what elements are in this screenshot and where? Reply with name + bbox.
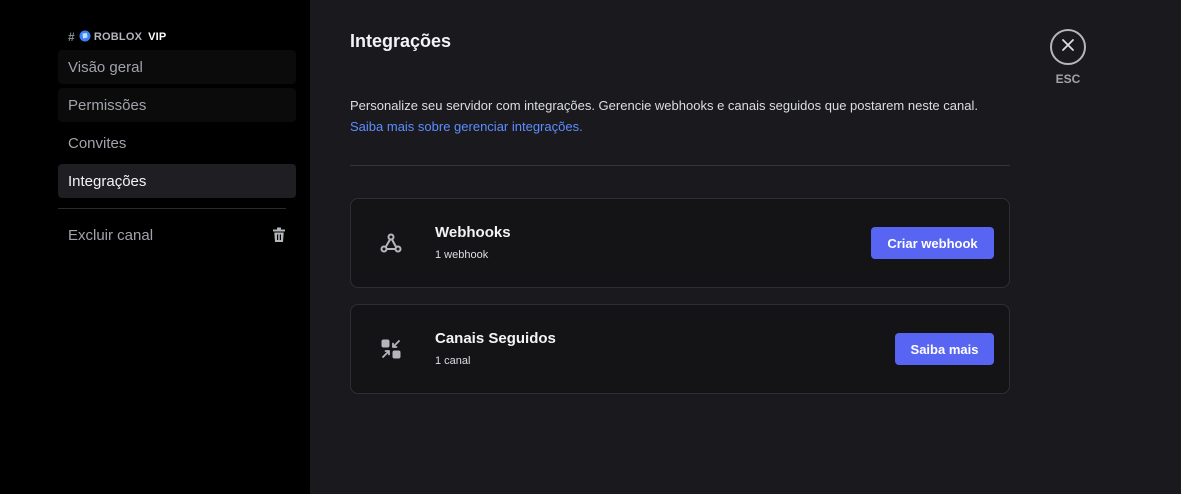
card-subtitle: 1 webhook (435, 249, 489, 261)
channel-tag: VIP (148, 31, 167, 43)
webhooks-card: Webhooks 1 webhook Criar webhook (350, 198, 1010, 288)
sidebar-item-label: Convites (68, 134, 127, 152)
webhook-icon (379, 231, 403, 255)
settings-sidebar: # ROBLOX VIP Visão geral Permissões Conv… (0, 0, 310, 494)
description-text: Personalize seu servidor com integrações… (350, 98, 978, 113)
close-settings: ESC (1050, 29, 1086, 86)
create-webhook-button[interactable]: Criar webhook (871, 227, 994, 259)
card-title: Canais Seguidos (435, 330, 556, 347)
followed-channels-card: Canais Seguidos 1 canal Saiba mais (350, 304, 1010, 394)
sidebar-nav: # ROBLOX VIP Visão geral Permissões Conv… (58, 28, 296, 253)
learn-more-button[interactable]: Saiba mais (895, 333, 994, 365)
page-description: Personalize seu servidor com integrações… (350, 95, 1000, 137)
close-icon (1061, 38, 1075, 57)
sidebar-item-permissions[interactable]: Permissões (58, 88, 296, 122)
close-button[interactable] (1050, 29, 1086, 65)
card-subtitle: 1 canal (435, 355, 471, 367)
sidebar-item-integrations[interactable]: Integrações (58, 164, 296, 198)
follow-channel-icon (379, 337, 403, 361)
channel-hash-icon: # (68, 30, 75, 44)
blue-crystal-icon (79, 30, 91, 45)
trash-icon (272, 227, 286, 243)
sidebar-item-overview[interactable]: Visão geral (58, 50, 296, 84)
card-title: Webhooks (435, 224, 511, 241)
esc-label: ESC (1055, 72, 1081, 86)
sidebar-item-label: Visão geral (68, 58, 143, 76)
sidebar-divider (58, 208, 286, 209)
delete-channel-label: Excluir canal (68, 226, 154, 244)
section-divider (350, 165, 1010, 166)
channel-name: ROBLOX (93, 31, 143, 43)
delete-channel-button[interactable]: Excluir canal (58, 217, 296, 253)
page-title: Integrações (350, 31, 452, 51)
sidebar-item-label: Integrações (68, 172, 147, 190)
learn-more-link[interactable]: Saiba mais sobre gerenciar integrações. (350, 116, 1000, 137)
channel-header: # ROBLOX VIP (58, 28, 296, 46)
sidebar-item-invites[interactable]: Convites (58, 126, 296, 160)
sidebar-item-label: Permissões (68, 96, 147, 114)
